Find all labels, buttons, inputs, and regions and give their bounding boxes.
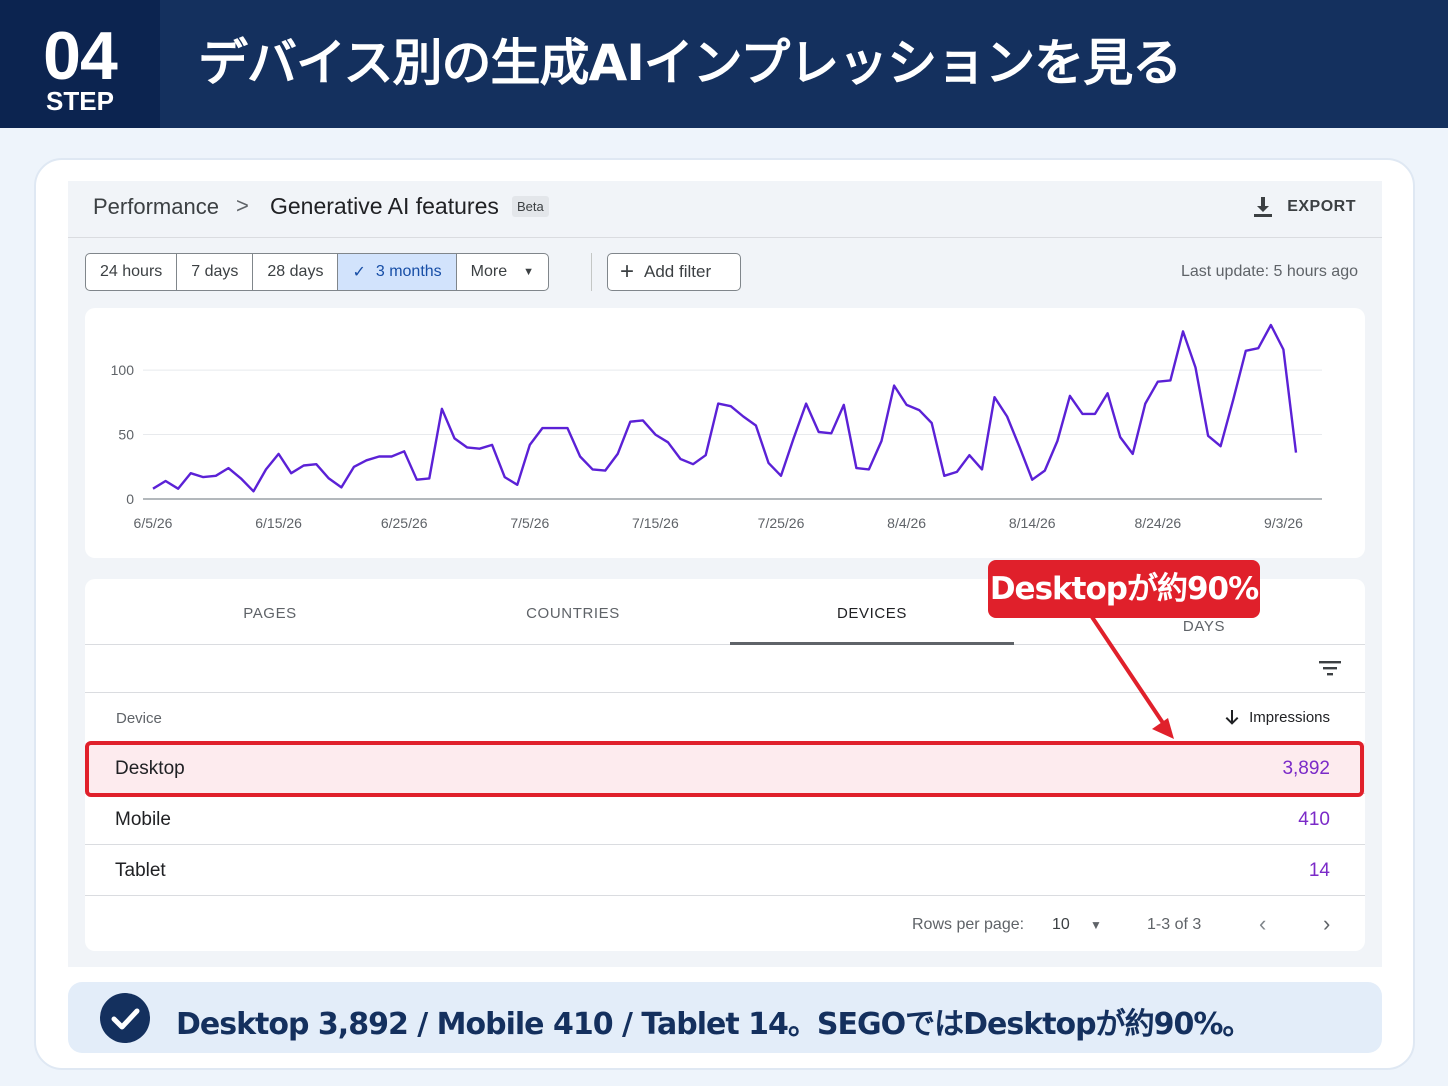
tab-devices[interactable]: DEVICES — [730, 579, 1014, 645]
filter-3-months[interactable]: ✓ 3 months — [338, 254, 457, 290]
check-icon: ✓ — [352, 264, 366, 281]
dropdown-caret-icon[interactable]: ▼ — [1090, 918, 1102, 932]
column-header-device[interactable]: Device — [116, 710, 162, 727]
add-filter-label: Add filter — [644, 262, 712, 281]
x-tick-label: 8/4/26 — [887, 515, 926, 531]
add-filter-button[interactable]: + Add filter — [607, 253, 741, 291]
device-name: Mobile — [115, 809, 171, 830]
highlight-box — [85, 741, 1364, 797]
tab-countries[interactable]: COUNTRIES — [431, 579, 715, 645]
filter-label: 24 hours — [100, 263, 163, 280]
filter-label: 7 days — [191, 263, 239, 280]
filter-label: 28 days — [267, 263, 324, 280]
x-tick-label: 8/14/26 — [1009, 515, 1056, 531]
beta-badge: Beta — [512, 196, 549, 217]
y-tick-label: 100 — [111, 362, 135, 378]
filter-list-icon[interactable] — [1319, 659, 1341, 677]
breadcrumb-current: Generative AI features — [270, 193, 499, 219]
impressions-label: Impressions — [1249, 709, 1330, 726]
column-header-impressions[interactable]: Impressions — [1225, 709, 1330, 726]
summary-text: Desktop 3,892 / Mobile 410 / Tablet 14。S… — [176, 1007, 1252, 1042]
impressions-chart: 0 50 100 6/5/26 6/15/26 6/25/26 7/5/26 7/15/26 7… — [85, 308, 1365, 558]
filter-7-days[interactable]: 7 days — [177, 254, 254, 290]
chevron-left-icon[interactable]: ‹ — [1259, 911, 1266, 937]
x-tick-label: 6/5/26 — [134, 515, 173, 531]
callout-label: Desktopが約90% — [988, 560, 1260, 618]
table-row[interactable]: Mobile 410 — [85, 794, 1365, 845]
y-tick-label: 0 — [126, 491, 134, 507]
dropdown-caret-icon: ▼ — [523, 266, 535, 278]
impressions-value: 14 — [1308, 860, 1330, 881]
page-range: 1-3 of 3 — [1147, 916, 1202, 933]
line-chart: 0 50 100 6/5/26 6/15/26 6/25/26 7/5/26 7/15/26 7… — [111, 323, 1322, 531]
impressions-series-line — [152, 323, 1298, 493]
export-button[interactable]: EXPORT — [1253, 191, 1356, 223]
x-tick-label: 7/15/26 — [632, 515, 679, 531]
x-tick-label: 7/5/26 — [510, 515, 549, 531]
filter-28-days[interactable]: 28 days — [253, 254, 339, 290]
rows-per-page-label: Rows per page: — [912, 916, 1025, 933]
filter-label: 3 months — [375, 263, 442, 280]
checkmark-circle-icon — [100, 993, 150, 1043]
top-bar: Performance > Generative AI features Bet… — [68, 181, 1382, 238]
last-update: Last update: 5 hours ago — [1180, 263, 1358, 280]
step-badge: 04 STEP — [0, 0, 160, 128]
table-row[interactable]: Tablet 14 — [85, 845, 1365, 896]
download-icon — [1254, 197, 1273, 217]
x-tick-label: 8/24/26 — [1134, 515, 1181, 531]
impressions-value: 410 — [1298, 809, 1330, 830]
y-tick-label: 50 — [118, 427, 134, 443]
banner-title: デバイス別の生成AIインプレッションを見る — [198, 34, 1182, 92]
step-number: 04 — [43, 18, 118, 94]
breadcrumb-separator-icon: > — [236, 193, 249, 218]
table-filter-row — [85, 645, 1365, 693]
filter-label: More — [470, 263, 508, 280]
x-tick-label: 6/15/26 — [255, 515, 302, 531]
date-range-filter: 24 hours 7 days 28 days ✓ 3 months More ▼ — [85, 253, 550, 291]
filter-more[interactable]: More ▼ — [457, 254, 548, 290]
step-banner: 04 STEP デバイス別の生成AIインプレッションを見る — [0, 0, 1448, 128]
divider — [591, 253, 592, 291]
breadcrumb-performance[interactable]: Performance — [93, 194, 219, 220]
filter-24-hours[interactable]: 24 hours — [86, 254, 178, 290]
step-label: STEP — [46, 86, 114, 116]
sort-down-icon — [1225, 709, 1239, 725]
x-tick-label: 9/3/26 — [1264, 515, 1303, 531]
chevron-right-icon[interactable]: › — [1323, 911, 1330, 937]
export-label: EXPORT — [1287, 198, 1356, 215]
tab-pages[interactable]: PAGES — [128, 579, 412, 645]
plus-icon: + — [620, 258, 635, 285]
rows-per-page-select[interactable]: 10 — [1052, 916, 1070, 934]
summary-bar: Desktop 3,892 / Mobile 410 / Tablet 14。S… — [68, 982, 1382, 1053]
pagination: Rows per page: 10 ▼ 1-3 of 3 ‹ › — [85, 899, 1365, 951]
table-header: Device Impressions — [85, 693, 1365, 743]
x-tick-label: 7/25/26 — [758, 515, 805, 531]
device-name: Tablet — [115, 860, 166, 881]
x-tick-label: 6/25/26 — [381, 515, 428, 531]
